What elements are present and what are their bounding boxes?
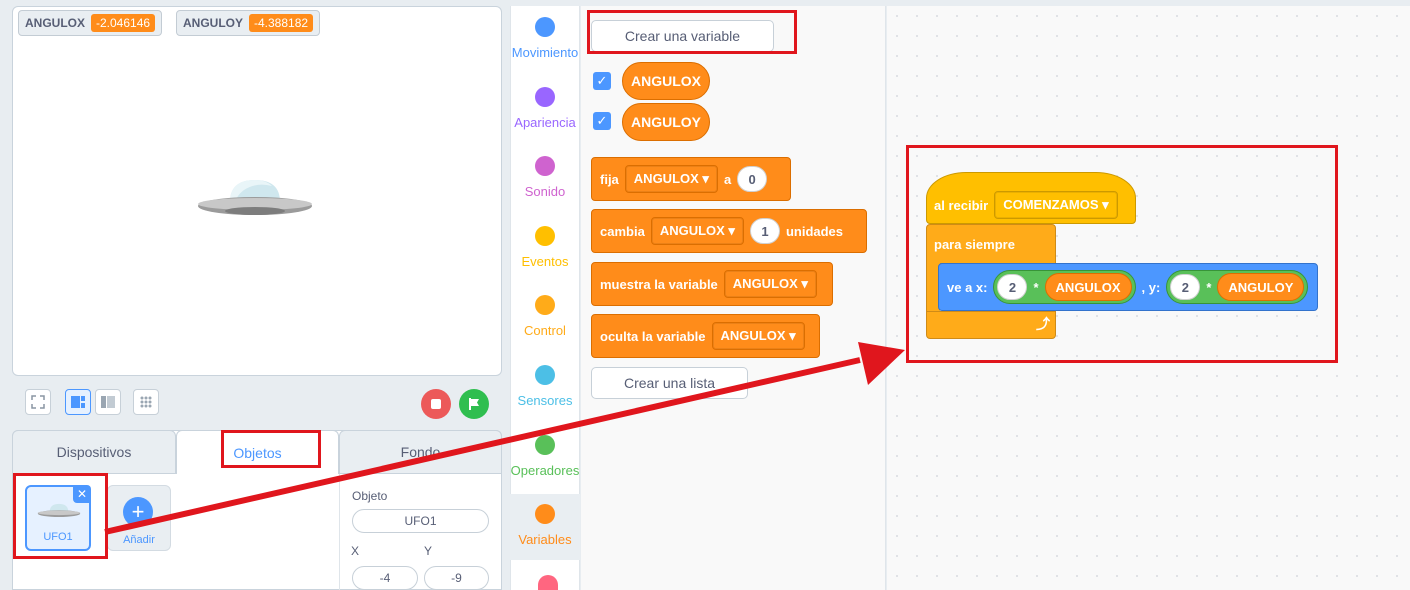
- annotation-arrow: [104, 342, 905, 535]
